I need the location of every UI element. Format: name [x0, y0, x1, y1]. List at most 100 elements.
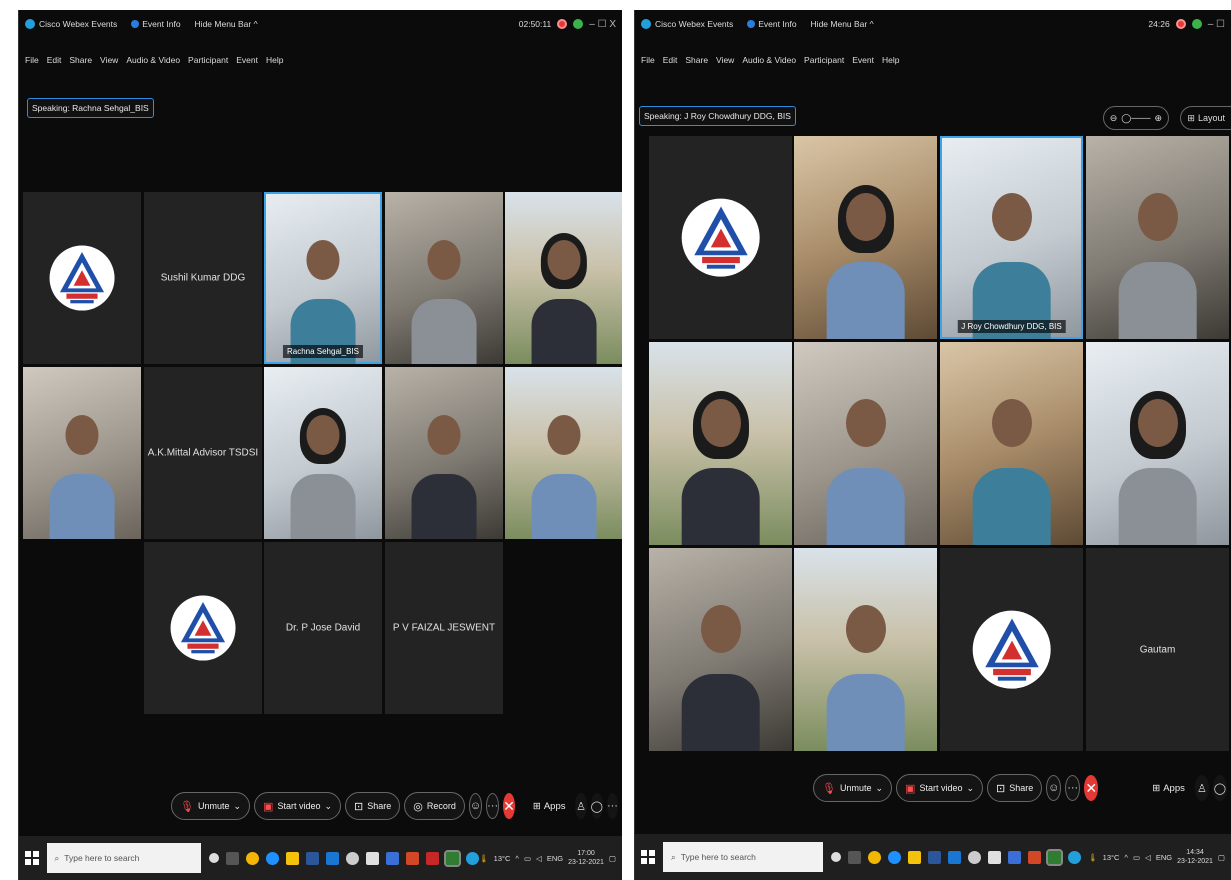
- cortana-icon[interactable]: [209, 853, 220, 863]
- network-icon[interactable]: ▭: [524, 854, 531, 863]
- participant-tile[interactable]: [264, 367, 382, 539]
- more-options-button[interactable]: ···: [486, 793, 500, 819]
- hide-menu-bar-button[interactable]: Hide Menu Bar ^: [195, 19, 258, 29]
- start-video-button[interactable]: ▣ Start video ⌄: [896, 774, 984, 802]
- reactions-button[interactable]: ☺: [1046, 775, 1062, 801]
- taskbar-search-box[interactable]: ⌕ Type here to search: [46, 843, 202, 873]
- hide-menu-bar-button[interactable]: Hide Menu Bar ^: [811, 19, 874, 29]
- participant-tile[interactable]: [794, 136, 937, 339]
- volume-icon[interactable]: ◁: [536, 854, 542, 863]
- powerpoint-icon[interactable]: [406, 851, 420, 865]
- participant-tile[interactable]: Rachna Sehgal_BIS: [264, 192, 382, 364]
- participant-tile[interactable]: [505, 192, 622, 364]
- slider-track[interactable]: ◯───: [1121, 113, 1150, 124]
- chrome-icon[interactable]: [868, 850, 881, 864]
- menu-help[interactable]: Help: [882, 55, 899, 65]
- participant-tile[interactable]: [1086, 342, 1229, 545]
- participant-tile[interactable]: Gautam: [1086, 548, 1229, 751]
- unmute-button[interactable]: 🎙 Unmute ⌄: [813, 774, 893, 802]
- leave-meeting-button[interactable]: ✕: [503, 793, 515, 819]
- participant-tile[interactable]: Dr. P Jose David: [264, 542, 382, 714]
- network-icon[interactable]: ▭: [1133, 853, 1140, 862]
- clock[interactable]: 14:34 23-12-2021: [1177, 848, 1213, 866]
- share-button[interactable]: ⊡ Share: [987, 774, 1043, 802]
- apps-button[interactable]: ⊞ Apps: [1152, 783, 1185, 794]
- menu-edit[interactable]: Edit: [663, 55, 678, 65]
- participants-button[interactable]: ♙: [575, 793, 587, 819]
- menu-audio-video[interactable]: Audio & Video: [126, 55, 180, 65]
- file-explorer-icon[interactable]: [286, 851, 300, 865]
- zoom-slider[interactable]: ⊖ ◯─── ⊕: [1102, 106, 1169, 130]
- zoom-in-icon[interactable]: ⊕: [1154, 113, 1162, 124]
- menu-share[interactable]: Share: [685, 55, 708, 65]
- chrome-icon[interactable]: [246, 851, 260, 865]
- participant-tile[interactable]: [649, 136, 792, 339]
- participant-tile[interactable]: Sushil Kumar DDG: [144, 192, 262, 364]
- tray-chevron-icon[interactable]: ^: [515, 854, 519, 863]
- language[interactable]: ENG: [1156, 853, 1172, 862]
- word-icon[interactable]: [306, 851, 320, 865]
- app-icon[interactable]: [988, 850, 1001, 864]
- participant-tile[interactable]: P V FAIZAL JESWENT: [385, 542, 503, 714]
- participant-tile[interactable]: [385, 192, 503, 364]
- volume-icon[interactable]: ◁: [1145, 853, 1151, 862]
- participant-tile[interactable]: [940, 548, 1083, 751]
- webex-taskbar-icon[interactable]: [444, 849, 462, 867]
- menu-help[interactable]: Help: [266, 55, 283, 65]
- menu-participant[interactable]: Participant: [188, 55, 228, 65]
- participant-tile[interactable]: [505, 367, 622, 539]
- app-icon[interactable]: [366, 851, 380, 865]
- chat-button[interactable]: ◯: [590, 793, 603, 819]
- webex-taskbar-icon[interactable]: [1046, 848, 1063, 866]
- menu-edit[interactable]: Edit: [47, 55, 62, 65]
- menu-file[interactable]: File: [25, 55, 39, 65]
- tray-chevron-icon[interactable]: ^: [1124, 853, 1128, 862]
- apps-button[interactable]: ⊞ Apps: [533, 801, 566, 812]
- store-icon[interactable]: [948, 850, 961, 864]
- clock[interactable]: 17:00 23-12-2021: [568, 849, 604, 867]
- settings-icon[interactable]: [346, 851, 360, 865]
- pdf-icon[interactable]: [426, 851, 440, 865]
- edge-icon[interactable]: [888, 850, 901, 864]
- event-info-button[interactable]: Event Info: [747, 19, 797, 29]
- zoom-out-icon[interactable]: ⊖: [1110, 113, 1118, 124]
- participant-tile[interactable]: [1086, 136, 1229, 339]
- menu-event[interactable]: Event: [852, 55, 874, 65]
- record-button[interactable]: ◎ Record: [404, 792, 465, 820]
- menu-view[interactable]: View: [716, 55, 734, 65]
- unmute-button[interactable]: 🎙 Unmute ⌄: [171, 792, 251, 820]
- outlook-icon[interactable]: [1008, 850, 1021, 864]
- menu-view[interactable]: View: [100, 55, 118, 65]
- cortana-icon[interactable]: [831, 852, 841, 862]
- participant-tile[interactable]: [144, 542, 262, 714]
- window-controls[interactable]: – ☐ X: [589, 19, 616, 30]
- share-button[interactable]: ⊡ Share: [345, 792, 401, 820]
- participant-tile[interactable]: [794, 548, 937, 751]
- file-explorer-icon[interactable]: [908, 850, 921, 864]
- chat-button[interactable]: ◯: [1212, 775, 1227, 801]
- teams-icon[interactable]: [466, 851, 480, 865]
- participant-tile[interactable]: [385, 367, 503, 539]
- edge-icon[interactable]: [266, 851, 280, 865]
- teams-icon[interactable]: [1068, 850, 1081, 864]
- menu-audio-video[interactable]: Audio & Video: [742, 55, 796, 65]
- notifications-icon[interactable]: ▢: [1218, 853, 1225, 862]
- menu-file[interactable]: File: [641, 55, 655, 65]
- participant-tile[interactable]: [940, 342, 1083, 545]
- windows-start-icon[interactable]: [25, 851, 39, 865]
- more-options-button[interactable]: ···: [1065, 775, 1081, 801]
- settings-icon[interactable]: [968, 850, 981, 864]
- menu-share[interactable]: Share: [69, 55, 92, 65]
- more-panels-button[interactable]: ···: [606, 793, 618, 819]
- participant-tile[interactable]: A.K.Mittal Advisor TSDSI: [144, 367, 262, 539]
- participant-tile[interactable]: [649, 342, 792, 545]
- menu-participant[interactable]: Participant: [804, 55, 844, 65]
- menu-event[interactable]: Event: [236, 55, 258, 65]
- powerpoint-icon[interactable]: [1028, 850, 1041, 864]
- participant-tile[interactable]: [23, 192, 141, 364]
- taskbar-search-box[interactable]: ⌕ Type here to search: [663, 842, 823, 872]
- language[interactable]: ENG: [547, 854, 563, 863]
- start-video-button[interactable]: ▣ Start video ⌄: [254, 792, 342, 820]
- window-controls[interactable]: – ☐: [1208, 19, 1225, 30]
- task-view-icon[interactable]: [226, 851, 240, 865]
